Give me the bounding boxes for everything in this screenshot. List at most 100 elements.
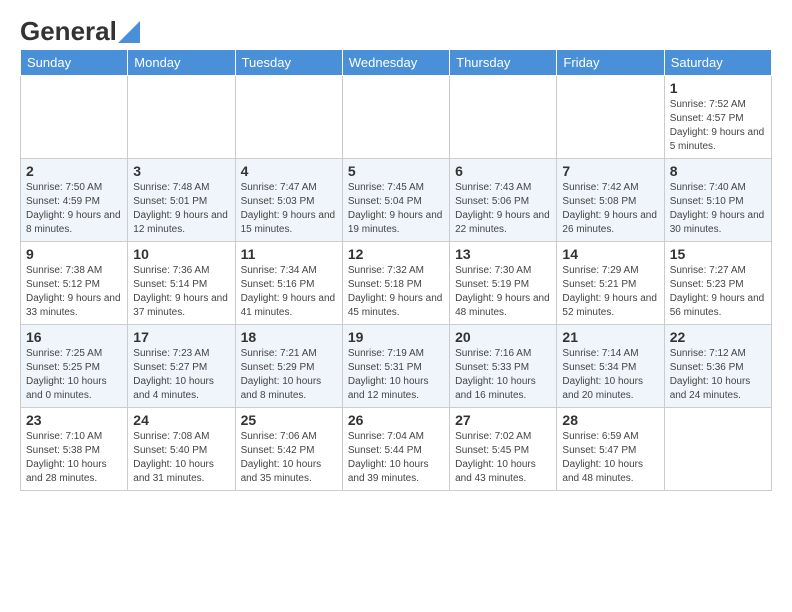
day-number: 22	[670, 329, 766, 345]
weekday-friday: Friday	[557, 50, 664, 76]
weekday-header-row: SundayMondayTuesdayWednesdayThursdayFrid…	[21, 50, 772, 76]
day-cell	[450, 76, 557, 159]
day-number: 23	[26, 412, 122, 428]
day-number: 9	[26, 246, 122, 262]
day-number: 13	[455, 246, 551, 262]
day-number: 21	[562, 329, 658, 345]
day-cell: 7 Sunrise: 7:42 AM Sunset: 5:08 PM Daylig…	[557, 159, 664, 242]
week-row-3: 9 Sunrise: 7:38 AM Sunset: 5:12 PM Daylig…	[21, 242, 772, 325]
week-row-5: 23 Sunrise: 7:10 AM Sunset: 5:38 PM Dayli…	[21, 408, 772, 491]
weekday-sunday: Sunday	[21, 50, 128, 76]
day-number: 7	[562, 163, 658, 179]
day-info: Sunrise: 7:34 AM Sunset: 5:16 PM Dayligh…	[241, 264, 337, 320]
week-row-4: 16 Sunrise: 7:25 AM Sunset: 5:25 PM Dayli…	[21, 325, 772, 408]
day-number: 3	[133, 163, 229, 179]
weekday-thursday: Thursday	[450, 50, 557, 76]
logo: General	[20, 16, 140, 43]
day-cell: 22 Sunrise: 7:12 AM Sunset: 5:36 PM Dayli…	[664, 325, 771, 408]
day-info: Sunrise: 7:23 AM Sunset: 5:27 PM Dayligh…	[133, 347, 229, 403]
day-cell: 10 Sunrise: 7:36 AM Sunset: 5:14 PM Dayli…	[128, 242, 235, 325]
header: General	[20, 16, 772, 43]
day-cell: 14Sunrise: 7:29 AM Sunset: 5:21 PM Dayli…	[557, 242, 664, 325]
day-number: 10	[133, 246, 229, 262]
day-info: Sunrise: 7:12 AM Sunset: 5:36 PM Dayligh…	[670, 347, 766, 403]
logo-general: General	[20, 16, 117, 47]
day-cell: 12Sunrise: 7:32 AM Sunset: 5:18 PM Dayli…	[342, 242, 449, 325]
day-number: 27	[455, 412, 551, 428]
day-cell: 6 Sunrise: 7:43 AM Sunset: 5:06 PM Daylig…	[450, 159, 557, 242]
day-cell: 17 Sunrise: 7:23 AM Sunset: 5:27 PM Dayli…	[128, 325, 235, 408]
day-cell: 27 Sunrise: 7:02 AM Sunset: 5:45 PM Dayli…	[450, 408, 557, 491]
day-info: Sunrise: 7:42 AM Sunset: 5:08 PM Dayligh…	[562, 181, 658, 237]
day-info: Sunrise: 7:10 AM Sunset: 5:38 PM Dayligh…	[26, 430, 122, 486]
day-cell: 2 Sunrise: 7:50 AM Sunset: 4:59 PM Daylig…	[21, 159, 128, 242]
day-number: 6	[455, 163, 551, 179]
calendar-table: SundayMondayTuesdayWednesdayThursdayFrid…	[20, 49, 772, 491]
day-info: Sunrise: 7:16 AM Sunset: 5:33 PM Dayligh…	[455, 347, 551, 403]
day-info: Sunrise: 7:45 AM Sunset: 5:04 PM Dayligh…	[348, 181, 444, 237]
day-cell: 8 Sunrise: 7:40 AM Sunset: 5:10 PM Daylig…	[664, 159, 771, 242]
logo-arrow-icon	[118, 21, 140, 43]
day-info: Sunrise: 6:59 AM Sunset: 5:47 PM Dayligh…	[562, 430, 658, 486]
day-info: Sunrise: 7:50 AM Sunset: 4:59 PM Dayligh…	[26, 181, 122, 237]
day-cell: 28 Sunrise: 6:59 AM Sunset: 5:47 PM Dayli…	[557, 408, 664, 491]
day-cell: 4 Sunrise: 7:47 AM Sunset: 5:03 PM Daylig…	[235, 159, 342, 242]
day-cell: 13Sunrise: 7:30 AM Sunset: 5:19 PM Dayli…	[450, 242, 557, 325]
day-number: 24	[133, 412, 229, 428]
day-cell	[664, 408, 771, 491]
day-number: 14	[562, 246, 658, 262]
day-number: 2	[26, 163, 122, 179]
weekday-tuesday: Tuesday	[235, 50, 342, 76]
day-number: 12	[348, 246, 444, 262]
day-info: Sunrise: 7:21 AM Sunset: 5:29 PM Dayligh…	[241, 347, 337, 403]
day-number: 4	[241, 163, 337, 179]
day-info: Sunrise: 7:40 AM Sunset: 5:10 PM Dayligh…	[670, 181, 766, 237]
day-number: 18	[241, 329, 337, 345]
day-cell: 3 Sunrise: 7:48 AM Sunset: 5:01 PM Daylig…	[128, 159, 235, 242]
week-row-2: 2 Sunrise: 7:50 AM Sunset: 4:59 PM Daylig…	[21, 159, 772, 242]
week-row-1: 1Sunrise: 7:52 AM Sunset: 4:57 PM Daylig…	[21, 76, 772, 159]
day-cell: 19 Sunrise: 7:19 AM Sunset: 5:31 PM Dayli…	[342, 325, 449, 408]
day-info: Sunrise: 7:48 AM Sunset: 5:01 PM Dayligh…	[133, 181, 229, 237]
day-cell	[342, 76, 449, 159]
day-number: 28	[562, 412, 658, 428]
day-number: 15	[670, 246, 766, 262]
day-cell: 18 Sunrise: 7:21 AM Sunset: 5:29 PM Dayli…	[235, 325, 342, 408]
day-number: 11	[241, 246, 337, 262]
day-cell: 23 Sunrise: 7:10 AM Sunset: 5:38 PM Dayli…	[21, 408, 128, 491]
day-cell: 5 Sunrise: 7:45 AM Sunset: 5:04 PM Daylig…	[342, 159, 449, 242]
day-number: 19	[348, 329, 444, 345]
weekday-saturday: Saturday	[664, 50, 771, 76]
weekday-wednesday: Wednesday	[342, 50, 449, 76]
day-number: 26	[348, 412, 444, 428]
day-cell: 1Sunrise: 7:52 AM Sunset: 4:57 PM Daylig…	[664, 76, 771, 159]
weekday-monday: Monday	[128, 50, 235, 76]
day-cell	[21, 76, 128, 159]
day-cell: 20Sunrise: 7:16 AM Sunset: 5:33 PM Dayli…	[450, 325, 557, 408]
day-info: Sunrise: 7:02 AM Sunset: 5:45 PM Dayligh…	[455, 430, 551, 486]
day-number: 8	[670, 163, 766, 179]
day-cell	[128, 76, 235, 159]
day-info: Sunrise: 7:52 AM Sunset: 4:57 PM Dayligh…	[670, 98, 766, 154]
day-number: 16	[26, 329, 122, 345]
day-number: 5	[348, 163, 444, 179]
day-info: Sunrise: 7:38 AM Sunset: 5:12 PM Dayligh…	[26, 264, 122, 320]
day-info: Sunrise: 7:43 AM Sunset: 5:06 PM Dayligh…	[455, 181, 551, 237]
day-info: Sunrise: 7:27 AM Sunset: 5:23 PM Dayligh…	[670, 264, 766, 320]
day-info: Sunrise: 7:19 AM Sunset: 5:31 PM Dayligh…	[348, 347, 444, 403]
day-cell: 25Sunrise: 7:06 AM Sunset: 5:42 PM Dayli…	[235, 408, 342, 491]
day-cell: 15 Sunrise: 7:27 AM Sunset: 5:23 PM Dayli…	[664, 242, 771, 325]
day-number: 17	[133, 329, 229, 345]
day-cell: 21 Sunrise: 7:14 AM Sunset: 5:34 PM Dayli…	[557, 325, 664, 408]
day-cell	[557, 76, 664, 159]
day-info: Sunrise: 7:06 AM Sunset: 5:42 PM Dayligh…	[241, 430, 337, 486]
day-info: Sunrise: 7:36 AM Sunset: 5:14 PM Dayligh…	[133, 264, 229, 320]
day-cell: 26Sunrise: 7:04 AM Sunset: 5:44 PM Dayli…	[342, 408, 449, 491]
day-cell	[235, 76, 342, 159]
day-cell: 9 Sunrise: 7:38 AM Sunset: 5:12 PM Daylig…	[21, 242, 128, 325]
day-cell: 11 Sunrise: 7:34 AM Sunset: 5:16 PM Dayli…	[235, 242, 342, 325]
day-info: Sunrise: 7:47 AM Sunset: 5:03 PM Dayligh…	[241, 181, 337, 237]
day-info: Sunrise: 7:14 AM Sunset: 5:34 PM Dayligh…	[562, 347, 658, 403]
day-info: Sunrise: 7:08 AM Sunset: 5:40 PM Dayligh…	[133, 430, 229, 486]
day-info: Sunrise: 7:25 AM Sunset: 5:25 PM Dayligh…	[26, 347, 122, 403]
